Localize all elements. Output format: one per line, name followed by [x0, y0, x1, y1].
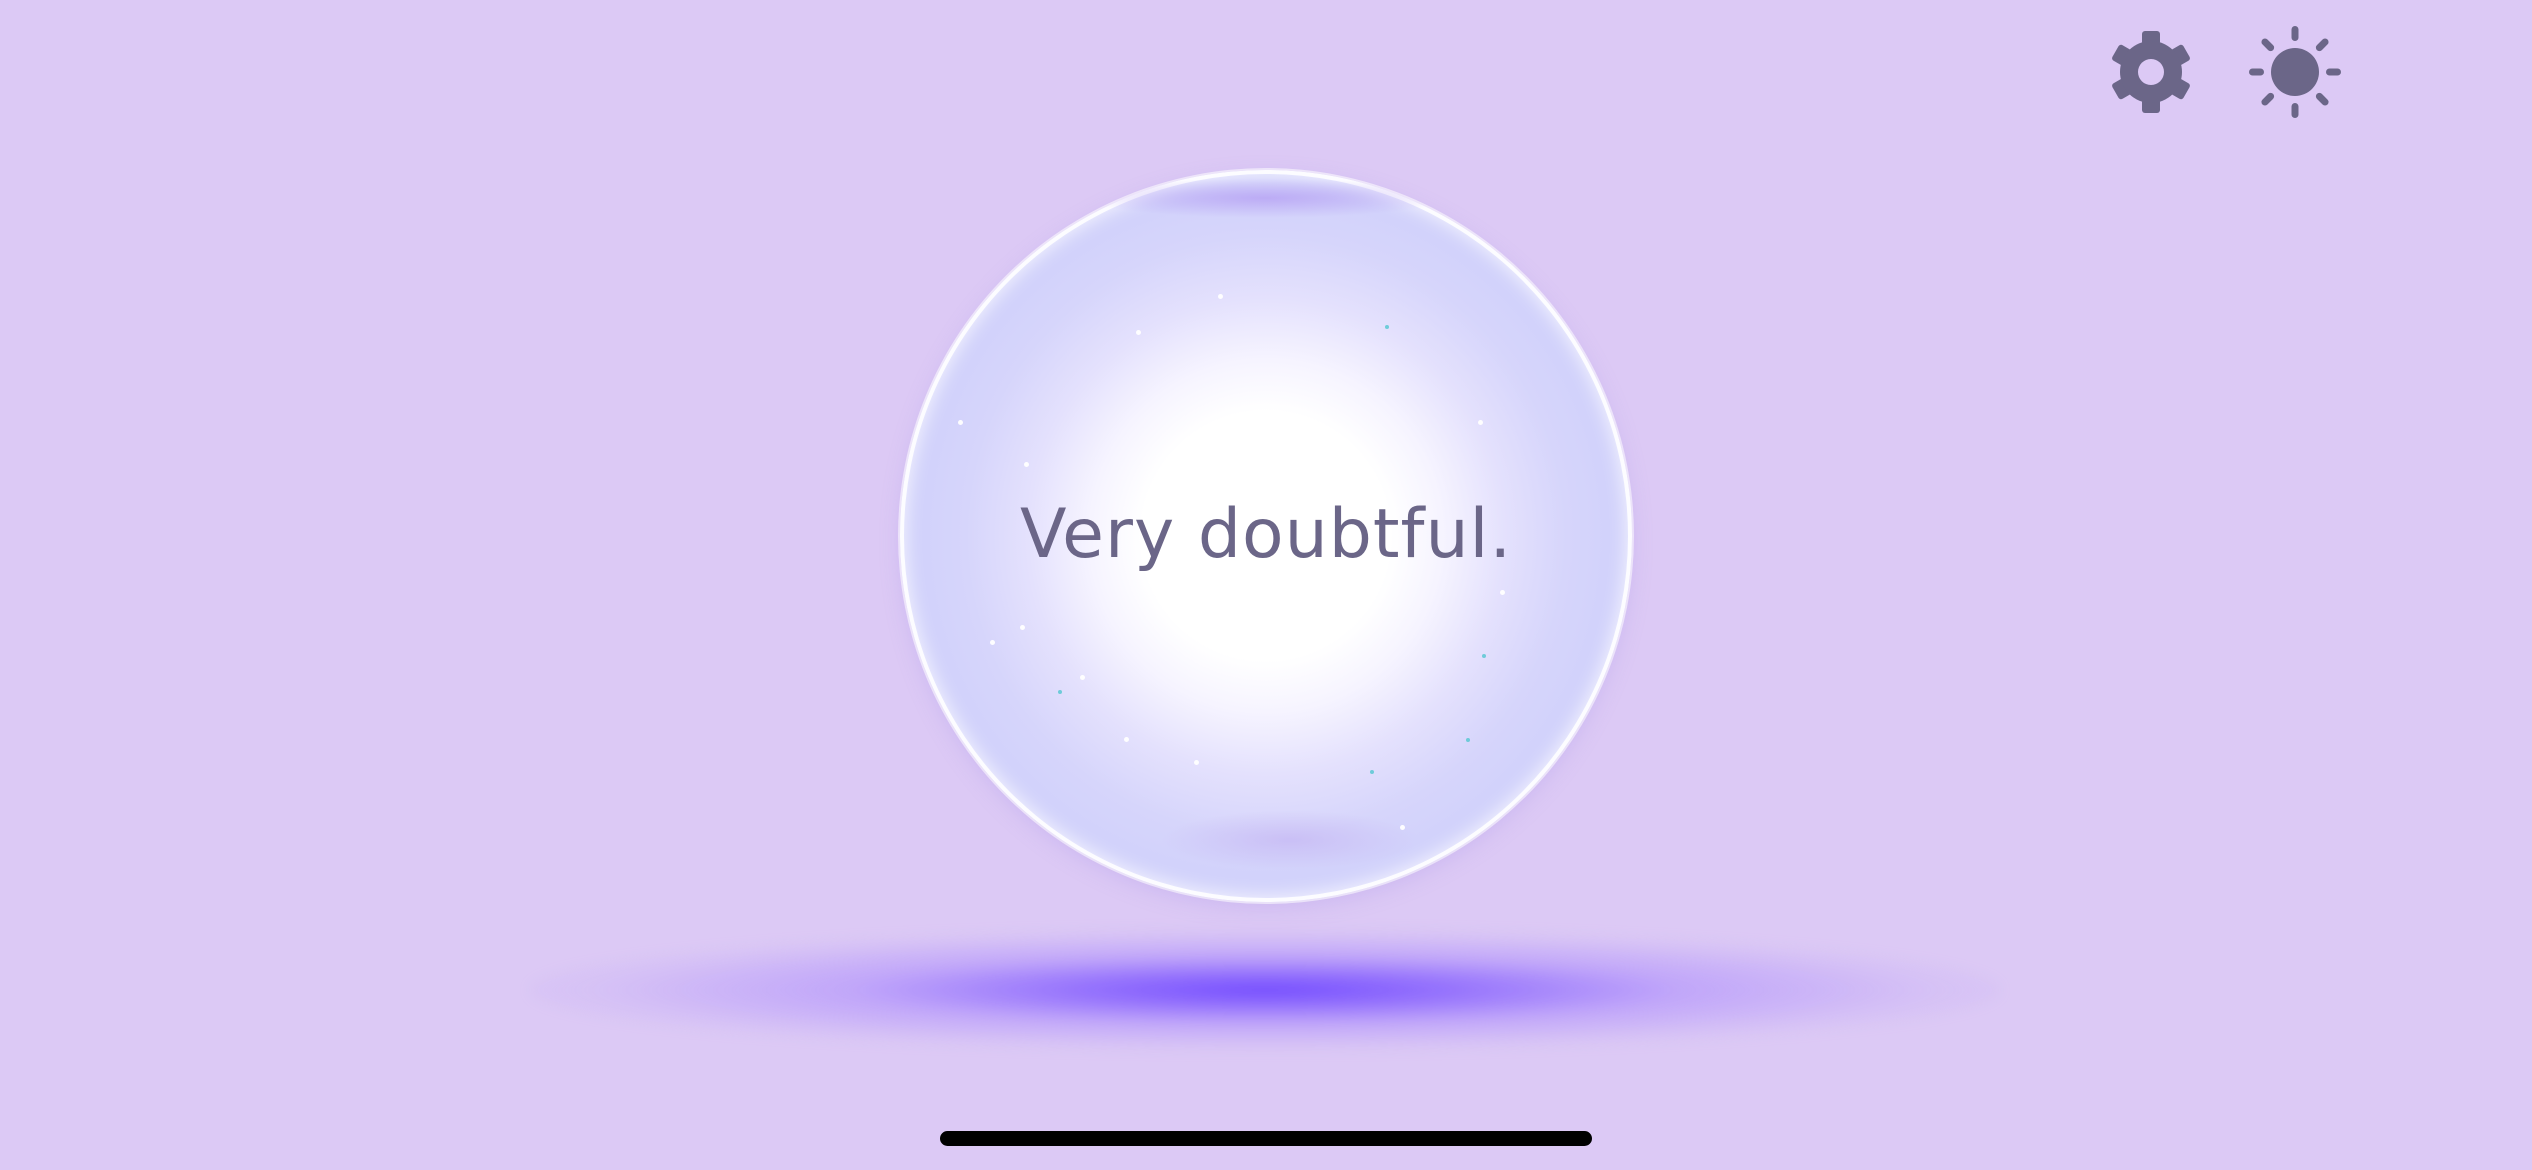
- sparkle: [1466, 738, 1470, 742]
- sparkle: [1482, 654, 1486, 658]
- sparkle: [1058, 690, 1062, 694]
- sparkle: [1478, 420, 1483, 425]
- sparkle: [1136, 330, 1141, 335]
- sparkle: [1385, 325, 1389, 329]
- sparkle: [1400, 825, 1405, 830]
- sparkle: [990, 640, 995, 645]
- sparkle: [1500, 590, 1505, 595]
- home-indicator[interactable]: [940, 1131, 1592, 1146]
- orb-highlight-top: [1080, 178, 1450, 218]
- sparkle: [1370, 770, 1374, 774]
- sparkle: [1080, 675, 1085, 680]
- sparkle: [1020, 625, 1025, 630]
- answer-text: Very doubtful.: [1019, 495, 1513, 574]
- sparkle: [1124, 737, 1129, 742]
- sparkle: [1024, 462, 1029, 467]
- orb-stage: Very doubtful.: [0, 0, 2532, 1170]
- sparkle: [1218, 294, 1223, 299]
- orb-shadow-glow: [530, 930, 2000, 1050]
- orb-highlight-bottom: [1160, 810, 1420, 870]
- sparkle: [1194, 760, 1199, 765]
- sparkle: [958, 420, 963, 425]
